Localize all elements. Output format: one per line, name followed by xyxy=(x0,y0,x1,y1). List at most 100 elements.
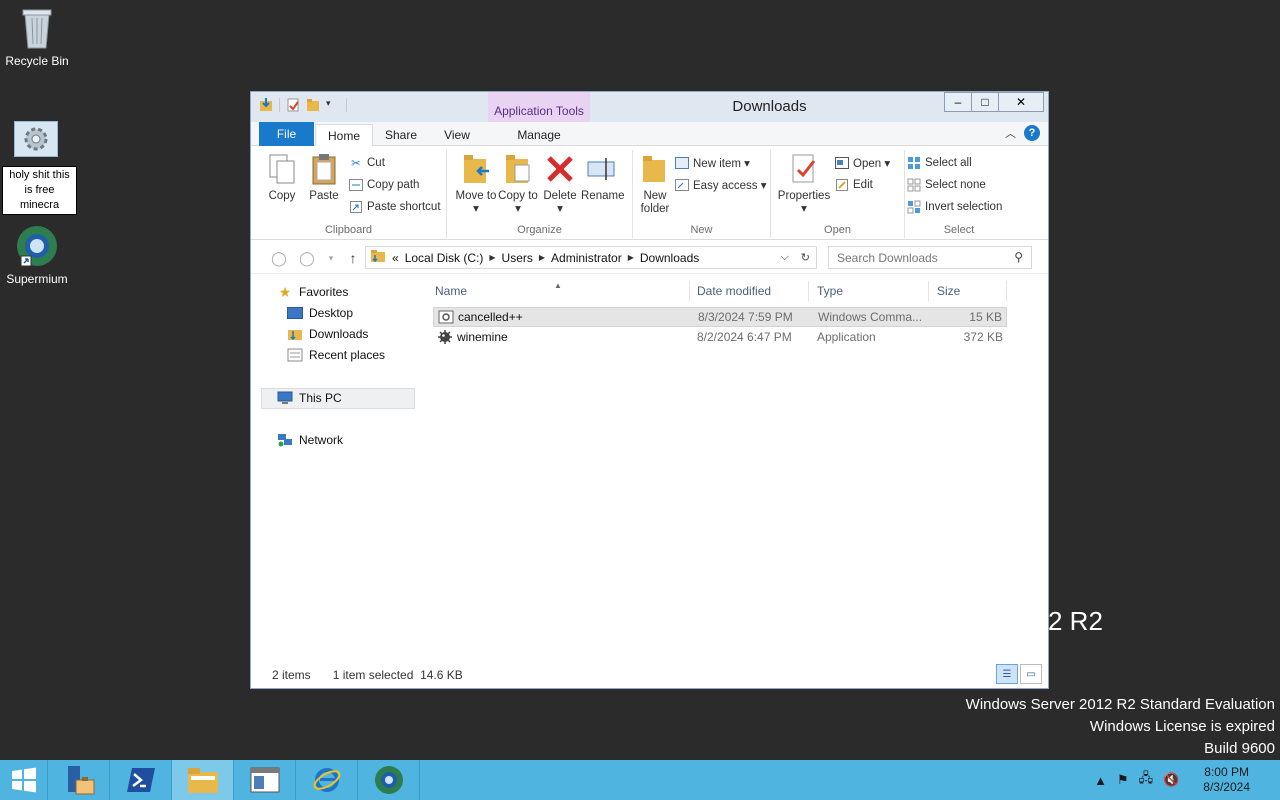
copy-path-button[interactable]: Copy path xyxy=(349,176,441,194)
tab-view[interactable]: View xyxy=(431,124,483,146)
tab-home[interactable]: Home xyxy=(315,124,373,147)
rename-icon xyxy=(586,152,618,186)
delete-x-icon xyxy=(544,152,576,186)
server-manager-icon xyxy=(67,766,94,795)
edition-watermark: Windows Server 2012 R2 Standard Evaluati… xyxy=(966,694,1275,760)
app-window-icon xyxy=(250,767,279,793)
supermium-taskbar-button[interactable] xyxy=(358,760,420,800)
gear-app-icon[interactable] xyxy=(14,121,58,157)
file-row[interactable]: winemine 8/2/2024 6:47 PM Application 37… xyxy=(433,328,1007,348)
address-bar[interactable]: « Local Disk (C:) ▶ Users ▶ Administrato… xyxy=(365,246,817,269)
network-status-icon[interactable]: 🖧 xyxy=(1139,769,1154,791)
search-placeholder: Search Downloads xyxy=(837,250,938,265)
large-icons-view-icon: ▭ xyxy=(1026,668,1036,680)
column-header-date[interactable]: Date modified xyxy=(689,281,809,301)
file-size: 372 KB xyxy=(963,330,1003,344)
search-input[interactable]: Search Downloads ⚲ xyxy=(828,246,1032,269)
new-item-button[interactable]: New item ▾ xyxy=(675,154,767,172)
close-button[interactable]: ✕ xyxy=(998,92,1044,112)
recent-locations-button[interactable]: ▾ xyxy=(321,248,341,268)
forward-button[interactable]: ◯ xyxy=(297,248,317,268)
status-bar: 2 items 1 item selected 14.6 KB ☰ ▭ xyxy=(251,662,1048,688)
nav-item-network[interactable]: Network xyxy=(277,430,343,450)
internet-explorer-button[interactable] xyxy=(296,760,358,800)
powershell-icon xyxy=(126,768,155,792)
nav-item-desktop[interactable]: Desktop xyxy=(287,303,353,323)
select-none-icon xyxy=(907,178,921,192)
clock-date: 8/3/2024 xyxy=(1203,780,1250,794)
tab-manage[interactable]: Manage xyxy=(491,124,587,146)
breadcrumb-overflow[interactable]: « xyxy=(392,251,399,265)
nav-item-favorites[interactable]: ★ Favorites xyxy=(277,282,349,302)
watermark-line: Build 9600 xyxy=(1204,740,1275,757)
chevron-right-icon[interactable]: ▶ xyxy=(539,253,545,262)
collapse-ribbon-icon[interactable]: ︿ xyxy=(1005,125,1016,141)
cut-button[interactable]: ✂ Cut xyxy=(349,154,441,172)
file-explorer-button[interactable] xyxy=(172,760,234,800)
open-icon xyxy=(835,156,849,170)
select-none-button[interactable]: Select none xyxy=(907,176,1002,194)
group-label: New xyxy=(690,224,713,236)
window-title: Downloads xyxy=(732,98,807,115)
help-icon[interactable]: ? xyxy=(1024,125,1040,141)
window-app-button[interactable] xyxy=(234,760,296,800)
show-hidden-icons-icon[interactable]: ▲ xyxy=(1094,773,1107,788)
nav-item-recent-places[interactable]: Recent places xyxy=(287,345,385,365)
volume-muted-icon[interactable]: 🔇 xyxy=(1163,772,1179,788)
maximize-button[interactable]: □ xyxy=(971,92,999,112)
nav-item-downloads[interactable]: Downloads xyxy=(287,324,368,344)
breadcrumb-item[interactable]: Downloads xyxy=(640,251,699,265)
watermark-line: Windows Server 2012 R2 Standard Evaluati… xyxy=(965,696,1275,713)
system-tray: ▲ ⚑ 🖧 🔇 8:00 PM 8/3/2024 xyxy=(1094,760,1280,800)
breadcrumb-item[interactable]: Users xyxy=(502,251,533,265)
address-row: ◯ ◯ ▾ ↑ « Local Disk (C:) ▶ Users ▶ Admi… xyxy=(251,240,1048,274)
clipboard-group: Copy Paste ✂ Cut Copy path Paste shortcut… xyxy=(251,150,447,238)
invert-selection-icon xyxy=(907,200,921,214)
minimize-button[interactable]: – xyxy=(944,92,972,112)
column-header-size[interactable]: Size xyxy=(929,281,1007,301)
desktop-icon-label: Recycle Bin xyxy=(5,54,69,68)
file-type: Application xyxy=(817,330,876,344)
refresh-icon[interactable]: ↻ xyxy=(801,251,810,264)
tab-share[interactable]: Share xyxy=(375,124,427,146)
paste-shortcut-button[interactable]: Paste shortcut xyxy=(349,198,441,216)
select-all-button[interactable]: Select all xyxy=(907,154,1002,172)
file-name: cancelled++ xyxy=(458,310,523,324)
invert-selection-button[interactable]: Invert selection xyxy=(907,198,1002,216)
large-icons-view-button[interactable]: ▭ xyxy=(1020,664,1042,684)
up-button[interactable]: ↑ xyxy=(343,248,363,268)
copy-path-icon xyxy=(349,178,363,192)
edit-button[interactable]: Edit xyxy=(835,176,890,194)
server-manager-button[interactable] xyxy=(48,760,110,800)
desktop-rename-input[interactable]: holy shit this is free minecra xyxy=(2,166,77,215)
watermark-line: Windows License is expired xyxy=(1089,718,1275,735)
file-row[interactable]: cancelled++ 8/3/2024 7:59 PM Windows Com… xyxy=(433,307,1007,327)
open-button[interactable]: Open ▾ xyxy=(835,154,890,172)
group-label: Clipboard xyxy=(324,224,373,236)
breadcrumb-item[interactable]: Administrator xyxy=(551,251,622,265)
breadcrumb-item[interactable]: Local Disk (C:) xyxy=(405,251,484,265)
column-header-name[interactable]: ▲ Name xyxy=(427,281,690,301)
desktop-icon-recycle-bin[interactable]: Recycle Bin xyxy=(0,6,74,68)
chevron-down-icon[interactable]: ⌵ xyxy=(780,251,788,264)
easy-access-button[interactable]: Easy access ▾ xyxy=(675,176,767,194)
nav-item-this-pc[interactable]: This PC xyxy=(277,388,342,408)
powershell-button[interactable] xyxy=(110,760,172,800)
select-group: Select all Select none Invert selection … xyxy=(905,150,1013,238)
group-label: Organize xyxy=(517,224,562,236)
properties-icon xyxy=(788,152,820,186)
chevron-right-icon[interactable]: ▶ xyxy=(628,253,634,262)
column-header-type[interactable]: Type xyxy=(809,281,929,301)
start-button[interactable] xyxy=(0,760,48,800)
title-bar[interactable]: ▾ Application Tools Downloads – □ ✕ xyxy=(251,92,1048,122)
edit-icon xyxy=(835,178,849,192)
sort-caret-icon: ▲ xyxy=(554,281,562,290)
desktop-icon-supermium[interactable]: Supermium xyxy=(0,224,74,286)
chevron-right-icon[interactable]: ▶ xyxy=(489,253,495,262)
back-button[interactable]: ◯ xyxy=(269,248,289,268)
details-view-button[interactable]: ☰ xyxy=(996,664,1018,684)
tab-file[interactable]: File xyxy=(259,122,314,146)
clock[interactable]: 8:00 PM 8/3/2024 xyxy=(1203,765,1250,795)
flag-icon[interactable]: ⚑ xyxy=(1117,772,1129,788)
desktop-icon-label: Supermium xyxy=(6,272,68,286)
